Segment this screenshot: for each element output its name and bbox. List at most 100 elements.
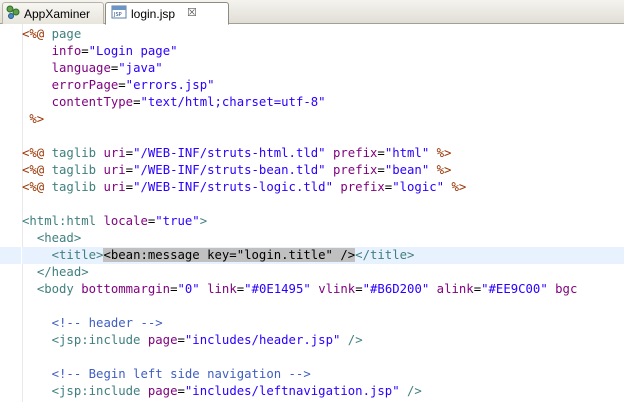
code-line: contentType="text/html;charset=utf-8" (22, 94, 624, 111)
code-token: alink (436, 282, 474, 296)
tab-label: AppXaminer (24, 6, 91, 21)
selected-text: <bean:message key="login.title" /> (103, 248, 356, 262)
tab-login-jsp[interactable]: JSP login.jsp ☒ (105, 2, 229, 25)
code-token: taglib (51, 180, 104, 194)
code-token: "text/html;charset=utf-8" (140, 95, 326, 109)
code-token: > (199, 214, 208, 228)
code-token: locale (103, 214, 148, 228)
code-token: <%@ (22, 163, 52, 177)
editor-tab-bar: AppXaminer JSP login.jsp ☒ (0, 0, 624, 25)
code-token: = (355, 282, 363, 296)
code-token: %> (436, 146, 452, 160)
code-token: "#B6D200" (362, 282, 430, 296)
code-token: "errors.jsp" (125, 78, 215, 92)
code-token: </title> (355, 248, 415, 262)
code-token: "#EE9C00" (481, 282, 548, 296)
code-token: <%@ (22, 146, 52, 160)
code-token: <html:html (22, 214, 104, 228)
close-icon[interactable]: ☒ (187, 8, 197, 19)
code-token: %> (451, 180, 467, 194)
editor-ruler (0, 24, 23, 402)
code-token: = (125, 163, 134, 177)
code-token: <body (36, 282, 82, 296)
code-line: <%@ taglib uri="/WEB-INF/struts-html.tld… (22, 145, 624, 162)
code-token: "includes/leftnavigation.jsp" (184, 384, 400, 398)
code-token: "true" (155, 214, 200, 228)
code-token: %> (29, 112, 45, 126)
code-token: = (118, 78, 126, 92)
code-token: = (125, 146, 134, 160)
code-token: </head> (36, 265, 89, 279)
code-token: taglib (51, 163, 104, 177)
code-token: page (147, 384, 178, 398)
code-token: prefix (332, 163, 378, 177)
code-token: %> (436, 163, 452, 177)
code-line: <jsp:include page="includes/leftnavigati… (22, 383, 624, 400)
code-token: = (125, 180, 134, 194)
code-token: "#0E1495" (244, 282, 311, 296)
code-token: "/WEB-INF/struts-html.tld" (133, 146, 326, 160)
code-line: info="Login page" (22, 43, 624, 60)
code-token: <%@ (22, 27, 52, 41)
code-token: link (207, 282, 237, 296)
tab-appxaminer[interactable]: AppXaminer (2, 2, 104, 24)
code-line: <head> (22, 230, 624, 247)
project-icon (6, 5, 20, 22)
code-token: uri (103, 180, 126, 194)
code-token: = (81, 44, 89, 58)
code-line: <!-- header --> (22, 315, 624, 332)
code-token: "java" (118, 61, 163, 75)
code-token: "Login page" (88, 44, 178, 58)
code-token: page (51, 27, 82, 41)
code-line: language="java" (22, 60, 624, 77)
code-token: = (473, 282, 482, 296)
code-token: <!-- header --> (51, 316, 163, 330)
code-token: /> (407, 384, 422, 398)
code-token: prefix (332, 146, 378, 160)
code-line: <jsp:include page="includes/header.jsp" … (22, 332, 624, 349)
code-editor[interactable]: <%@ page info="Login page" language="jav… (22, 26, 624, 402)
code-token: page (147, 333, 178, 347)
code-token: "/WEB-INF/struts-logic.tld" (133, 180, 333, 194)
code-line: <body bottommargin = "0" link = "#0E1495" vl… (22, 281, 624, 298)
code-token: "html" (384, 146, 430, 160)
code-line: <title><bean:message key="login.title" /… (22, 247, 624, 264)
code-line: errorPage="errors.jsp" (22, 77, 624, 94)
code-token: <jsp:include (51, 333, 148, 347)
code-line: <html:html locale="true"> (22, 213, 624, 230)
code-line: <%@ page (22, 26, 624, 43)
code-token: bgc (555, 282, 578, 296)
code-token: = (377, 163, 385, 177)
code-token: uri (103, 163, 126, 177)
code-token: = (177, 384, 185, 398)
code-token: <head> (36, 231, 82, 245)
code-token: "0" (177, 282, 200, 296)
code-token: info (51, 44, 82, 58)
code-token: "bean" (384, 163, 430, 177)
code-token: <%@ (22, 180, 52, 194)
code-token: /> (347, 333, 363, 347)
code-token: <title> (51, 248, 104, 262)
code-line: <%@ taglib uri="/WEB-INF/struts-logic.tl… (22, 179, 624, 196)
code-token: = (177, 333, 185, 347)
code-token: uri (103, 146, 126, 160)
current-line-marker (0, 247, 21, 264)
svg-text:JSP: JSP (113, 12, 122, 18)
code-token: <jsp:include (51, 384, 148, 398)
